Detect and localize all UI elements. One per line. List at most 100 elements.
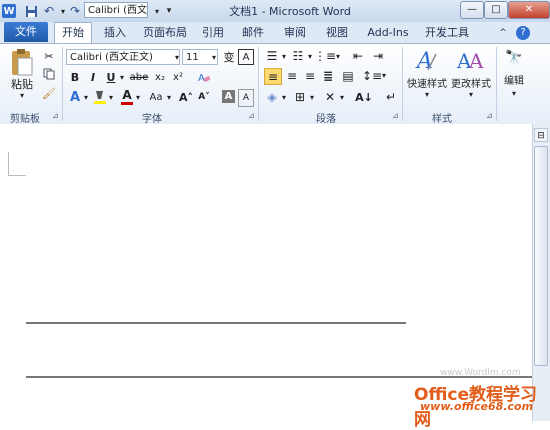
word-app-icon[interactable]: W: [2, 4, 16, 18]
superscript-button[interactable]: x²: [170, 70, 186, 84]
editing-dropdown-icon[interactable]: ▾: [507, 88, 521, 98]
font-color-dropdown-icon[interactable]: ▾: [134, 89, 142, 105]
tab-add-ins[interactable]: Add-Ins: [364, 24, 412, 42]
page-margin-mark: [8, 152, 9, 176]
watermark-url: www.office68.com: [420, 400, 534, 413]
tab-home[interactable]: 开始: [54, 22, 92, 44]
line-spacing-icon[interactable]: ↕≡: [362, 68, 382, 83]
highlight-icon[interactable]: [93, 89, 107, 105]
change-styles-dropdown-icon[interactable]: ▾: [464, 89, 478, 99]
character-shading-button[interactable]: A: [222, 90, 235, 103]
tab-references[interactable]: 引用: [198, 24, 228, 42]
horizontal-rule-1: [26, 322, 406, 324]
change-styles-button[interactable]: 更改样式: [450, 76, 492, 90]
clipboard-launcher-icon[interactable]: ⊿: [52, 111, 59, 120]
close-button[interactable]: ✕: [508, 1, 550, 19]
line-spacing-dropdown-icon[interactable]: ▾: [380, 68, 388, 83]
page-margin-mark-h: [8, 175, 26, 176]
change-case-button[interactable]: Aa: [146, 89, 166, 105]
grow-font-button[interactable]: A˄: [178, 89, 194, 105]
quick-styles-icon[interactable]: A: [414, 46, 440, 76]
save-icon[interactable]: [22, 2, 40, 20]
justify-icon[interactable]: ≣: [320, 68, 336, 83]
tab-developer[interactable]: 开发工具: [420, 24, 474, 42]
group-divider: [402, 47, 403, 121]
redo-icon[interactable]: ↷: [66, 2, 84, 20]
change-styles-icon[interactable]: AA: [456, 46, 484, 76]
asian-layout-icon[interactable]: ✕: [322, 89, 338, 105]
binoculars-icon[interactable]: 🔭: [504, 48, 524, 68]
numbering-dropdown-icon[interactable]: ▾: [306, 49, 314, 63]
underline-dropdown-icon[interactable]: ▾: [118, 70, 126, 84]
strikethrough-button[interactable]: abe: [128, 70, 150, 84]
quick-styles-button[interactable]: 快速样式: [406, 76, 448, 90]
clipboard-group-label: 剪贴板: [10, 114, 40, 125]
italic-button[interactable]: I: [86, 70, 100, 84]
group-divider: [496, 47, 497, 121]
numbering-icon[interactable]: ☷: [290, 49, 306, 63]
shading-icon[interactable]: ◈: [264, 89, 280, 105]
tab-mailings[interactable]: 邮件: [238, 24, 268, 42]
font-size-dropdown-icon[interactable]: ▾: [210, 49, 218, 65]
ribbon-minimize-icon[interactable]: ^: [496, 24, 510, 42]
font-family-dropdown-icon[interactable]: ▾: [173, 49, 181, 65]
align-center-icon[interactable]: ≡: [284, 68, 300, 83]
character-border-button[interactable]: A: [238, 49, 254, 65]
show-marks-icon[interactable]: ↵: [384, 89, 398, 105]
format-painter-icon[interactable]: 🖌: [42, 86, 56, 100]
qat-customize-icon[interactable]: ▾: [160, 2, 178, 20]
borders-icon[interactable]: ⊞: [292, 89, 308, 105]
subscript-button[interactable]: x₂: [152, 70, 168, 84]
paste-dropdown-icon[interactable]: ▾: [8, 90, 36, 100]
font-group-label: 字体: [142, 114, 162, 125]
group-divider: [62, 47, 63, 121]
asian-layout-dropdown-icon[interactable]: ▾: [338, 89, 346, 105]
font-launcher-icon[interactable]: ⊿: [248, 111, 255, 120]
multilevel-list-icon[interactable]: ⋮≡: [314, 49, 336, 63]
styles-launcher-icon[interactable]: ⊿: [486, 111, 493, 120]
svg-text:A: A: [468, 49, 484, 73]
distributed-icon[interactable]: ▤: [340, 68, 356, 83]
tab-review[interactable]: 审阅: [280, 24, 310, 42]
help-icon[interactable]: ?: [516, 26, 530, 40]
bold-button[interactable]: B: [68, 70, 82, 84]
sort-icon[interactable]: A↓: [355, 89, 373, 105]
change-case-dropdown-icon[interactable]: ▾: [166, 89, 172, 105]
enclose-character-icon[interactable]: A: [238, 89, 254, 107]
paragraph-launcher-icon[interactable]: ⊿: [392, 111, 399, 120]
phonetic-guide-button[interactable]: 变: [222, 49, 236, 65]
tab-file[interactable]: 文件: [4, 22, 48, 42]
align-left-icon[interactable]: ≡: [264, 68, 282, 85]
increase-indent-icon[interactable]: ⇥: [370, 49, 386, 63]
bullets-dropdown-icon[interactable]: ▾: [280, 49, 288, 63]
text-effects-icon[interactable]: A: [68, 89, 82, 105]
maximize-button[interactable]: □: [484, 1, 508, 19]
styles-group-label: 样式: [432, 114, 452, 125]
tab-view[interactable]: 视图: [322, 24, 352, 42]
text-effects-dropdown-icon[interactable]: ▾: [82, 89, 90, 105]
font-family-select[interactable]: Calibri (西文正文): [66, 49, 180, 65]
decrease-indent-icon[interactable]: ⇤: [350, 49, 366, 63]
font-color-button[interactable]: A: [120, 88, 134, 105]
bullets-icon[interactable]: ☰: [264, 49, 280, 63]
borders-dropdown-icon[interactable]: ▾: [308, 89, 316, 105]
cut-icon[interactable]: ✂: [42, 49, 56, 63]
shrink-font-button[interactable]: A˅: [196, 89, 212, 105]
clear-formatting-icon[interactable]: A: [196, 70, 212, 84]
editing-button[interactable]: 编辑: [500, 72, 528, 87]
highlight-dropdown-icon[interactable]: ▾: [107, 89, 115, 105]
paste-icon[interactable]: [8, 48, 36, 78]
tab-insert[interactable]: 插入: [98, 24, 132, 42]
align-right-icon[interactable]: ≡: [302, 68, 318, 83]
minimize-button[interactable]: —: [460, 1, 484, 19]
paste-button[interactable]: 粘贴: [8, 78, 36, 91]
quick-styles-dropdown-icon[interactable]: ▾: [420, 89, 434, 99]
shading-dropdown-icon[interactable]: ▾: [280, 89, 288, 105]
scrollbar-thumb[interactable]: [534, 146, 548, 366]
multilevel-dropdown-icon[interactable]: ▾: [334, 49, 342, 63]
scroll-up-button[interactable]: [534, 144, 548, 146]
qat-font-picker[interactable]: Calibri (西文j: [84, 2, 148, 18]
copy-icon[interactable]: [42, 67, 56, 81]
tab-page-layout[interactable]: 页面布局: [138, 24, 192, 42]
underline-button[interactable]: U: [104, 70, 118, 84]
